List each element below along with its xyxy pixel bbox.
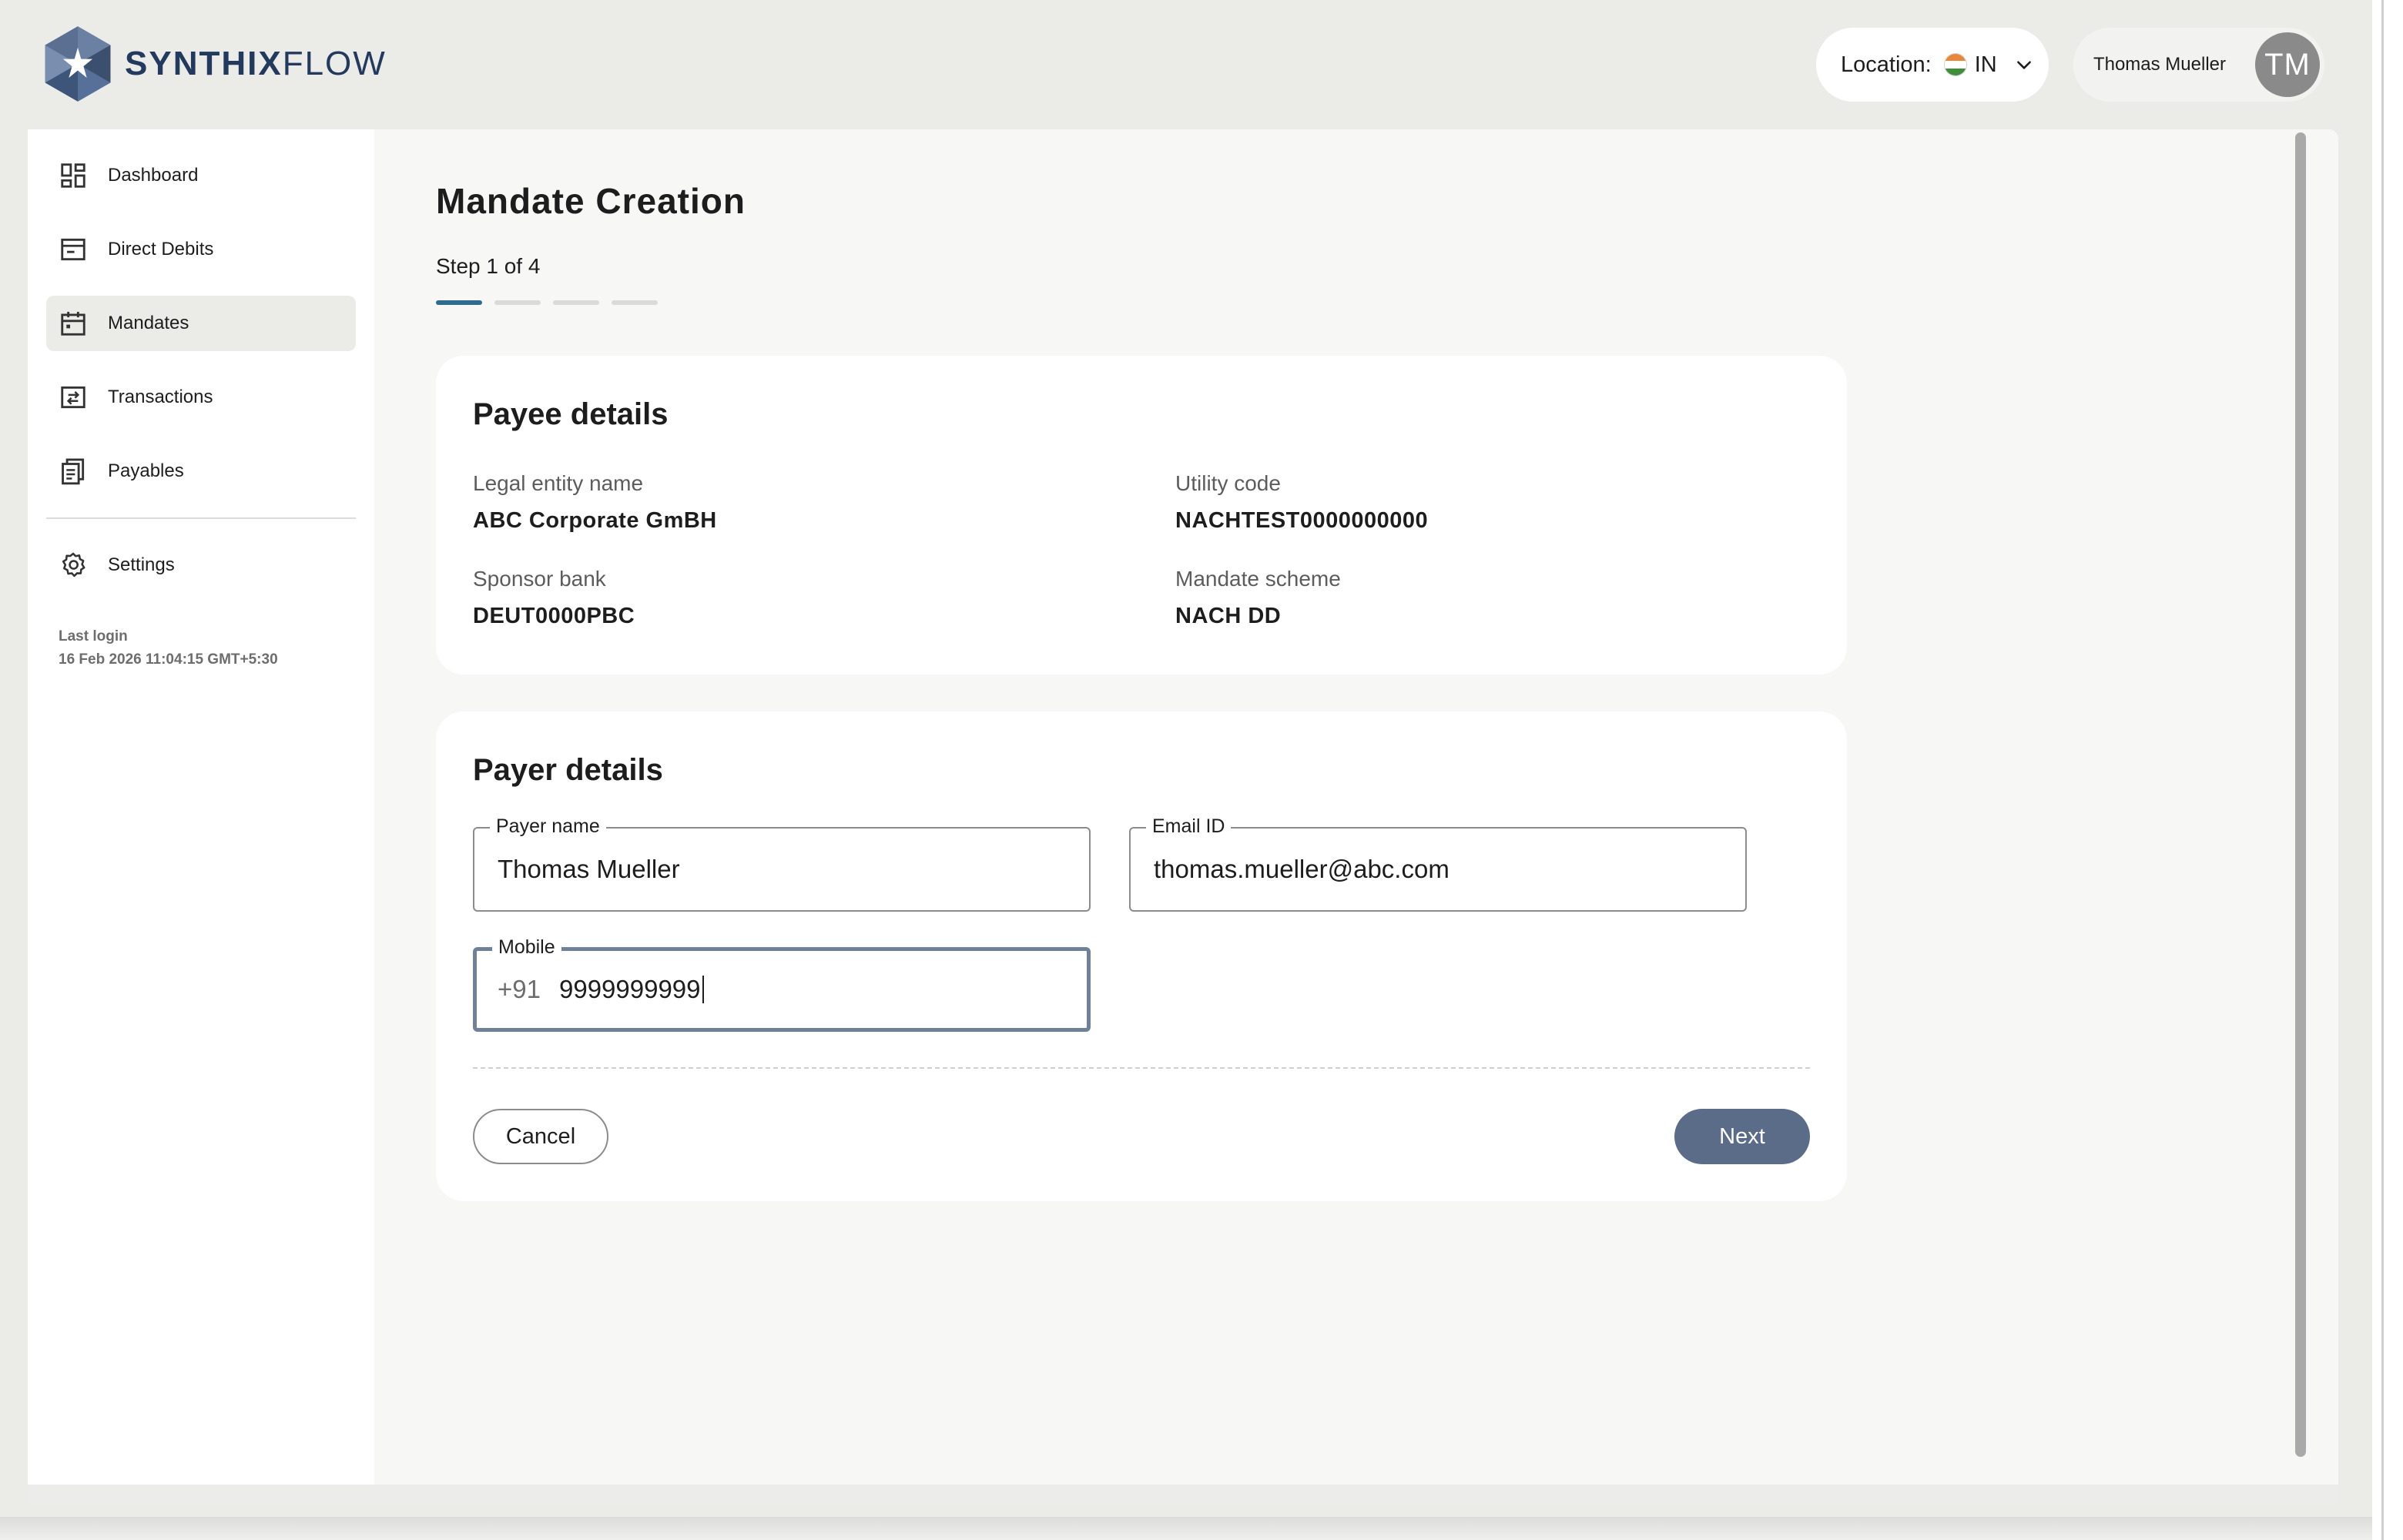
window-bottom-edge: [0, 1517, 2372, 1540]
user-menu[interactable]: Thomas Mueller TM: [2073, 28, 2324, 102]
india-flag-icon: [1943, 53, 1967, 76]
sidebar-item-label: Direct Debits: [108, 239, 214, 259]
app-window: SYNTHIXFLOW Location: IN Thomas Mueller …: [0, 0, 2403, 1540]
sidebar-item-label: Transactions: [108, 387, 213, 407]
main-content: Mandate Creation Step 1 of 4 Payee detai…: [374, 129, 2300, 1505]
sponsor-bank-value: DEUT0000PBC: [473, 604, 635, 628]
step-progress: [436, 300, 658, 305]
sidebar-item-mandates[interactable]: Mandates: [46, 296, 356, 351]
payer-name-field[interactable]: Payer name: [473, 813, 1091, 912]
location-selector[interactable]: Location: IN: [1816, 28, 2049, 102]
documents-icon: [62, 458, 85, 485]
sponsor-bank-label: Sponsor bank: [473, 567, 606, 591]
email-label: Email ID: [1146, 813, 1232, 839]
payer-name-label: Payer name: [490, 813, 606, 839]
user-name: Thomas Mueller: [2093, 54, 2226, 75]
brand-logo[interactable]: SYNTHIXFLOW: [37, 20, 387, 108]
chevron-down-icon: [2016, 61, 2031, 69]
sidebar-item-label: Settings: [108, 554, 175, 575]
last-login: Last login 16 Feb 2026 11:04:15 GMT+5:30: [59, 625, 278, 671]
country-code-prefix: +91: [498, 975, 541, 1003]
utility-code-label: Utility code: [1175, 471, 1281, 495]
sidebar-item-dashboard[interactable]: Dashboard: [46, 148, 356, 203]
step-segment: [436, 300, 482, 305]
mandate-scheme-label: Mandate scheme: [1175, 567, 1341, 591]
calendar-icon: [61, 311, 85, 336]
brand-name: SYNTHIXFLOW: [125, 45, 387, 82]
mobile-field[interactable]: Mobile +91 9999999999: [473, 934, 1091, 1032]
gear-icon: [62, 552, 85, 578]
scrollbar-thumb[interactable]: [2295, 132, 2306, 1457]
mobile-label: Mobile: [492, 934, 561, 960]
payee-details-title: Payee details: [473, 397, 669, 431]
sidebar-item-label: Payables: [108, 460, 184, 481]
text-caret: [702, 976, 704, 1003]
next-button[interactable]: Next: [1674, 1109, 1810, 1164]
email-field[interactable]: Email ID: [1129, 813, 1747, 912]
hexagon-logo-icon: [45, 26, 111, 102]
avatar[interactable]: TM: [2255, 32, 2320, 97]
transfer-icon: [61, 386, 85, 409]
step-segment: [612, 300, 658, 305]
vertical-scrollbar[interactable]: [2289, 129, 2312, 1485]
step-segment: [553, 300, 599, 305]
email-input[interactable]: [1154, 855, 1745, 884]
mobile-input[interactable]: 9999999999: [559, 975, 701, 1004]
page-title: Mandate Creation: [436, 181, 746, 221]
sidebar-item-transactions[interactable]: Transactions: [46, 370, 356, 425]
last-login-label: Last login: [59, 628, 128, 644]
sidebar-item-direct-debits[interactable]: Direct Debits: [46, 222, 356, 277]
cancel-button[interactable]: Cancel: [473, 1109, 608, 1164]
payer-name-input[interactable]: [498, 855, 1089, 884]
payer-details-title: Payer details: [473, 753, 663, 787]
shell-bottom-edge: [28, 1485, 2338, 1505]
step-indicator-label: Step 1 of 4: [436, 254, 541, 278]
direct-debit-icon: [61, 238, 85, 261]
sidebar-item-settings[interactable]: Settings: [46, 537, 356, 593]
sidebar-divider: [46, 517, 356, 519]
content-shell: Dashboard Direct Debits Mandates Transac…: [28, 129, 2338, 1505]
utility-code-value: NACHTEST0000000000: [1175, 508, 1429, 533]
sidebar-item-label: Dashboard: [108, 165, 199, 186]
window-edge: [2372, 0, 2403, 1540]
dashboard-icon: [61, 163, 85, 188]
legal-entity-value: ABC Corporate GmBH: [473, 508, 717, 533]
mandate-scheme-value: NACH DD: [1175, 604, 1282, 628]
sidebar-item-payables[interactable]: Payables: [46, 444, 356, 499]
step-segment: [494, 300, 541, 305]
legal-entity-label: Legal entity name: [473, 471, 644, 495]
location-code: IN: [1974, 52, 1997, 77]
location-label: Location:: [1841, 52, 1932, 77]
form-divider: [473, 1067, 1810, 1069]
last-login-value: 16 Feb 2026 11:04:15 GMT+5:30: [59, 651, 278, 668]
sidebar: Dashboard Direct Debits Mandates Transac…: [28, 129, 374, 1505]
payer-details-card: Payer details Payer name Email ID Mobile…: [436, 711, 1847, 1201]
payee-details-card: Payee details Legal entity name ABC Corp…: [436, 356, 1847, 675]
sidebar-item-label: Mandates: [108, 313, 189, 333]
